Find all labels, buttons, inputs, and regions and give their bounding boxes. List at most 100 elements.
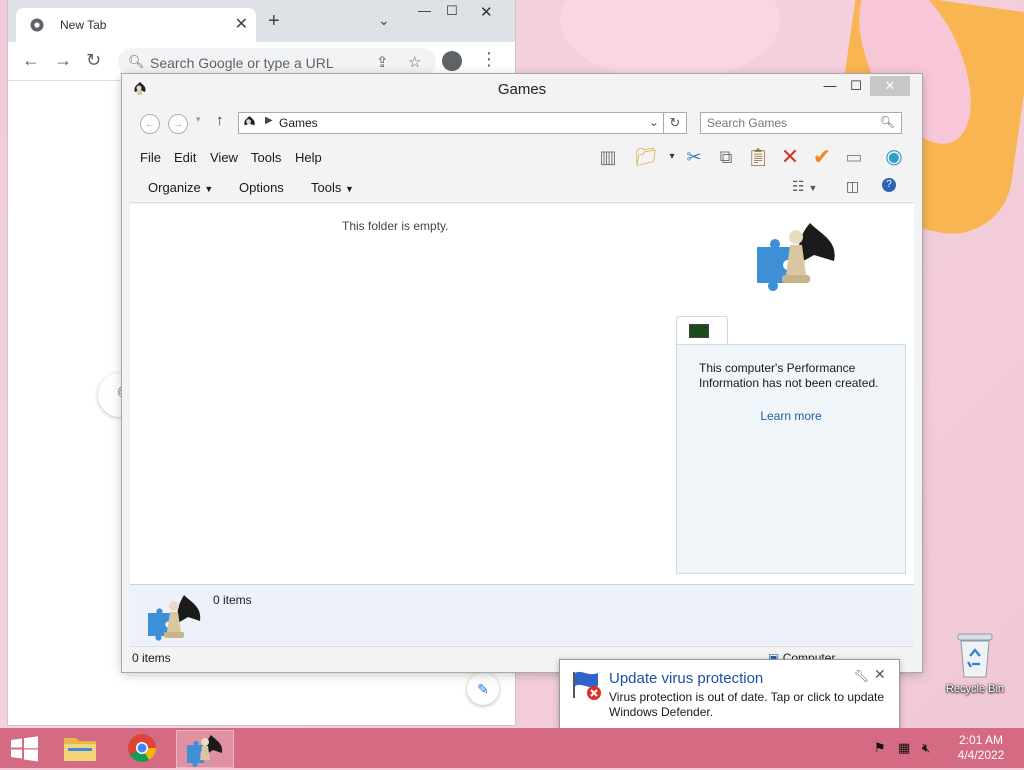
reload-icon[interactable]: ↻ xyxy=(86,50,101,71)
notification-body: Virus protection is out of date. Tap or … xyxy=(609,690,885,719)
recycle-bin[interactable]: Recycle Bin xyxy=(942,630,1008,700)
view-options-icon[interactable]: ☷ ▼ xyxy=(792,178,817,195)
taskbar-chrome[interactable] xyxy=(114,730,170,766)
volume-muted-icon[interactable]: 🔇︎ xyxy=(922,740,930,756)
new-tab-icon[interactable]: + xyxy=(268,10,280,33)
chevron-down-icon: ▼ xyxy=(344,184,354,194)
network-icon[interactable]: ▦ xyxy=(898,740,910,756)
network-globe-icon[interactable]: ◉ xyxy=(882,145,906,169)
folder-properties-icon[interactable]: 📁︎ xyxy=(634,145,658,169)
forward-arrow-icon[interactable]: → xyxy=(168,114,188,134)
maximize-icon[interactable]: ☐ xyxy=(446,3,458,19)
search-icon: 🔍︎ xyxy=(128,54,145,69)
close-window-icon[interactable]: ✕ xyxy=(480,3,493,21)
menu-tools[interactable]: Tools xyxy=(251,150,281,165)
title-bar: Games — ☐ ✕ xyxy=(122,74,922,104)
customize-edit-icon[interactable]: ✎ xyxy=(467,673,499,705)
breadcrumb-separator-icon[interactable]: ▶ xyxy=(265,115,273,126)
clock[interactable]: 2:01 AM 4/4/2022 xyxy=(942,733,1020,763)
menu-bar: File Edit View Tools Help ▥ 📁︎ ▾ ✂ ⧉ 📋︎ … xyxy=(130,144,914,172)
performance-panel: This computer's Performance Information … xyxy=(676,344,906,574)
learn-more-link[interactable]: Learn more xyxy=(677,409,905,423)
back-arrow-icon[interactable]: ← xyxy=(140,114,160,134)
details-pane: 0 items xyxy=(130,584,914,645)
recycle-bin-label: Recycle Bin xyxy=(945,683,1005,695)
copy-icon[interactable]: ⧉ xyxy=(714,145,738,169)
preview-pane-icon[interactable]: ◫ xyxy=(846,178,859,195)
action-center-flag-icon xyxy=(573,671,601,700)
taskbar: ⚑ ▦ 🔇︎ 2:01 AM 4/4/2022 xyxy=(0,728,1024,768)
forward-arrow-icon[interactable]: → xyxy=(54,50,72,71)
share-icon[interactable]: ⇪ xyxy=(376,53,389,71)
chrome-tab[interactable]: New Tab ✕ xyxy=(16,8,256,42)
tools-label: Tools xyxy=(311,180,342,195)
omnibox[interactable]: 🔍︎ Search Google or type a URL ⇪ ☆ xyxy=(118,48,436,76)
chrome-tab-strip: New Tab ✕ + ⌄ — ☐ ✕ xyxy=(8,0,515,42)
close-notification-icon[interactable]: ✕ xyxy=(874,666,886,683)
menu-help[interactable]: Help xyxy=(295,150,322,165)
start-windows-icon[interactable] xyxy=(0,728,48,768)
chrome-icon xyxy=(128,734,156,762)
organize-label: Organize xyxy=(148,180,201,195)
recent-locations-chevron-icon[interactable]: ▾ xyxy=(196,114,201,125)
monitor-icon xyxy=(689,324,709,338)
layout-pane-icon[interactable]: ▥ xyxy=(596,145,620,169)
properties-card-icon[interactable]: ▭ xyxy=(842,145,866,169)
delete-x-icon[interactable]: ✕ xyxy=(778,145,802,169)
bookmark-star-icon[interactable]: ☆ xyxy=(408,53,421,71)
options-button[interactable]: Options xyxy=(239,180,284,195)
command-bar: Organize ▼ Options Tools ▼ ☷ ▼ ◫ ? xyxy=(130,172,914,203)
up-arrow-icon[interactable]: ↑ xyxy=(216,112,224,129)
games-folder-icon xyxy=(244,115,255,126)
taskbar-file-explorer[interactable] xyxy=(52,730,108,766)
close-window-icon[interactable]: ✕ xyxy=(870,76,910,96)
cut-scissors-icon[interactable]: ✂ xyxy=(682,145,706,169)
omnibox-placeholder: Search Google or type a URL xyxy=(150,55,334,71)
recycle-bin-icon xyxy=(957,633,993,678)
games-logo-icon xyxy=(757,223,835,291)
paste-clipboard-icon[interactable]: 📋︎ xyxy=(746,145,770,169)
organize-button[interactable]: Organize ▼ xyxy=(148,180,213,195)
checkmark-icon[interactable]: ✔ xyxy=(810,145,834,169)
folder-icon xyxy=(64,738,96,761)
taskbar-games[interactable] xyxy=(176,730,234,768)
clock-date: 4/4/2022 xyxy=(957,748,1005,762)
minimize-icon[interactable]: — xyxy=(418,3,431,18)
wrench-icon[interactable]: 🔧︎ xyxy=(854,669,869,683)
games-explorer-window: Games — ☐ ✕ ← → ▾ ↑ ▶ Games ⌄ ↻ 🔍︎ File … xyxy=(122,74,922,672)
games-folder-large-icon xyxy=(148,595,201,641)
chrome-favicon-icon xyxy=(30,18,44,32)
breadcrumb-games[interactable]: Games xyxy=(279,116,318,130)
defender-notification[interactable]: Update virus protection 🔧︎ ✕ Virus prote… xyxy=(559,659,900,731)
tab-search-chevron-icon[interactable]: ⌄ xyxy=(378,12,390,29)
wallpaper-shape xyxy=(560,0,780,80)
menu-kebab-icon[interactable]: ⋮ xyxy=(480,49,498,70)
help-icon[interactable]: ? xyxy=(882,178,896,192)
dropdown-chevron-icon[interactable]: ▾ xyxy=(660,145,684,169)
games-app-icon xyxy=(187,735,223,767)
profile-avatar-icon[interactable] xyxy=(442,51,462,71)
address-box[interactable]: ▶ Games ⌄ xyxy=(238,112,664,134)
search-box[interactable]: 🔍︎ xyxy=(700,112,902,134)
menu-file[interactable]: File xyxy=(140,150,161,165)
details-item-count: 0 items xyxy=(213,593,252,607)
menu-edit[interactable]: Edit xyxy=(174,150,196,165)
close-tab-icon[interactable]: ✕ xyxy=(235,14,248,34)
empty-folder-message: This folder is empty. xyxy=(342,219,449,233)
window-title: Games xyxy=(497,81,547,98)
search-input[interactable] xyxy=(701,113,869,133)
menu-view[interactable]: View xyxy=(210,150,238,165)
tools-button[interactable]: Tools ▼ xyxy=(311,180,354,195)
address-dropdown-chevron-icon[interactable]: ⌄ xyxy=(649,115,659,129)
search-icon: 🔍︎ xyxy=(879,115,895,129)
performance-tab[interactable] xyxy=(676,316,728,345)
refresh-icon[interactable]: ↻ xyxy=(664,112,687,134)
performance-message: This computer's Performance Information … xyxy=(699,361,879,390)
chevron-down-icon: ▼ xyxy=(204,184,214,194)
action-center-flag-icon[interactable]: ⚑ xyxy=(874,740,886,756)
notification-title: Update virus protection xyxy=(609,670,764,687)
address-bar-row: ← → ▾ ↑ ▶ Games ⌄ ↻ 🔍︎ xyxy=(130,110,914,140)
clock-time: 2:01 AM xyxy=(958,733,1004,747)
file-list-area[interactable]: This folder is empty. This computer's Pe… xyxy=(130,204,914,584)
back-arrow-icon[interactable]: ← xyxy=(22,50,40,71)
